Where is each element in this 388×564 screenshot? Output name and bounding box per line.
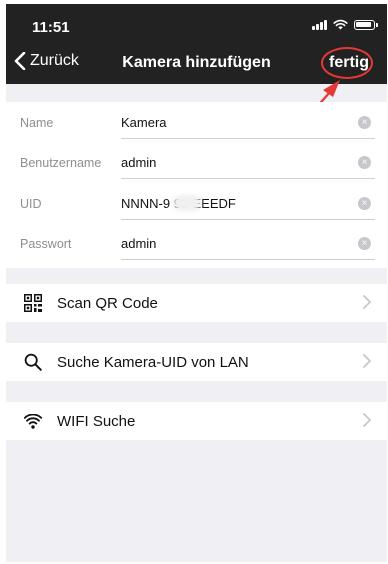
name-field[interactable]: Kamera xyxy=(121,115,167,130)
redaction-blur xyxy=(173,195,201,211)
username-field[interactable]: admin xyxy=(121,155,156,170)
camera-form: Name Kamera × Benutzername admin × UID N… xyxy=(6,102,387,268)
clear-icon[interactable]: × xyxy=(358,237,371,250)
wifi-search-label: WIFI Suche xyxy=(57,412,136,430)
form-row-username: Benutzername admin × xyxy=(6,142,387,182)
form-row-uid: UID NNNN-9 99-EEEDF × xyxy=(6,183,387,223)
field-underline xyxy=(121,219,375,220)
chevron-right-icon xyxy=(363,413,371,427)
form-row-name: Name Kamera × xyxy=(6,102,387,142)
scan-qr-code-item[interactable]: Scan QR Code xyxy=(6,284,387,322)
search-icon xyxy=(23,352,43,372)
scan-qr-code-label: Scan QR Code xyxy=(57,294,158,312)
clear-icon[interactable]: × xyxy=(358,116,371,129)
username-label: Benutzername xyxy=(20,156,102,170)
wifi-icon xyxy=(23,411,43,431)
field-underline xyxy=(121,138,375,139)
password-label: Passwort xyxy=(20,237,72,251)
search-camera-uid-label: Suche Kamera-UID von LAN xyxy=(57,353,249,371)
wifi-search-item[interactable]: WIFI Suche xyxy=(6,402,387,440)
password-field[interactable]: admin xyxy=(121,236,156,251)
search-camera-uid-item[interactable]: Suche Kamera-UID von LAN xyxy=(6,343,387,381)
clear-icon[interactable]: × xyxy=(358,197,371,210)
form-row-password: Passwort admin × xyxy=(6,223,387,263)
phone-screen: 11:51 Zurück Kamera hinzufügen fertig Na… xyxy=(6,4,387,562)
clear-icon[interactable]: × xyxy=(358,156,371,169)
chevron-right-icon xyxy=(363,295,371,309)
uid-label: UID xyxy=(20,197,42,211)
field-underline xyxy=(121,178,375,179)
qr-code-icon xyxy=(23,293,43,313)
field-underline xyxy=(121,259,375,260)
chevron-right-icon xyxy=(363,354,371,368)
name-label: Name xyxy=(20,116,54,130)
